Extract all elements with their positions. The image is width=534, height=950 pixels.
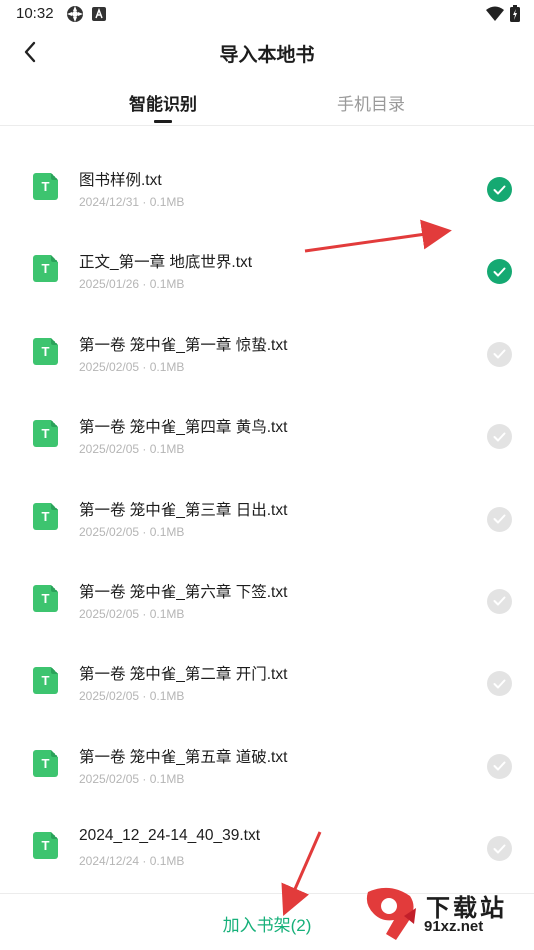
- file-name: 第一卷 笼中雀_第二章 开门.txt: [79, 666, 288, 684]
- checkmark-icon: [493, 514, 506, 524]
- file-meta: 2025/02/05 · 0.1MB: [79, 689, 185, 704]
- file-name: 第一卷 笼中雀_第五章 道破.txt: [79, 748, 288, 766]
- status-time: 10:32: [16, 5, 54, 22]
- tab-phone-directory[interactable]: 手机目录: [334, 90, 408, 115]
- txt-file-icon: T: [33, 667, 58, 695]
- checkmark-icon: [493, 185, 506, 194]
- file-meta: 2024/12/31 · 0.1MB: [79, 195, 185, 209]
- tab-indicator: [154, 120, 172, 123]
- file-name: 第一卷 笼中雀_第一章 惊蛰.txt: [79, 336, 288, 354]
- file-row[interactable]: T 第一卷 笼中雀_第五章 道破.txt 2025/02/05 · 0.1MB: [0, 722, 534, 804]
- status-bar: 10:32: [0, 0, 534, 28]
- checkmark-icon: [493, 349, 506, 359]
- txt-file-icon: T: [33, 420, 58, 448]
- checked-checkbox[interactable]: [487, 259, 512, 285]
- checkmark-icon: [493, 596, 506, 606]
- file-name: 第一卷 笼中雀_第三章 日出.txt: [79, 501, 288, 519]
- file-name: 正文_第一章 地底世界.txt: [79, 254, 253, 272]
- file-name: 第一卷 笼中雀_第四章 黄鸟.txt: [79, 419, 288, 437]
- file-meta: 2025/02/05 · 0.1MB: [79, 359, 185, 374]
- file-list: T 图书样例.txt 2024/12/31 · 0.1MB T 正文_第一章 地底世界.…: [0, 145, 534, 887]
- page-title: 导入本地书: [219, 45, 315, 66]
- unchecked-checkbox[interactable]: [487, 424, 512, 450]
- txt-file-icon: T: [33, 749, 58, 777]
- file-name: 2024_12_24-14_40_39.txt: [79, 827, 260, 845]
- watermark-url: 91xz.net: [424, 918, 484, 935]
- unchecked-checkbox[interactable]: [487, 506, 512, 532]
- unchecked-checkbox[interactable]: [487, 341, 512, 367]
- battery-icon: [510, 5, 520, 22]
- file-meta: 2025/02/05 · 0.1MB: [79, 524, 185, 539]
- checkmark-icon: [493, 679, 506, 689]
- txt-file-icon: T: [33, 832, 58, 860]
- file-row[interactable]: T 第一卷 笼中雀_第三章 日出.txt 2025/02/05 · 0.1MB: [0, 475, 534, 557]
- file-row[interactable]: T 第一卷 笼中雀_第二章 开门.txt 2025/02/05 · 0.1MB: [0, 639, 534, 721]
- file-row[interactable]: T 第一卷 笼中雀_第六章 下签.txt 2025/02/05 · 0.1MB: [0, 557, 534, 639]
- file-row[interactable]: T 正文_第一章 地底世界.txt 2025/01/26 · 0.1MB: [0, 227, 534, 309]
- unchecked-checkbox[interactable]: [487, 753, 512, 779]
- checkmark-icon: [493, 761, 506, 771]
- header: 导入本地书: [0, 28, 534, 76]
- file-name: 图书样例.txt: [79, 172, 162, 189]
- app-notification-icon: [67, 6, 83, 22]
- unchecked-checkbox[interactable]: [487, 671, 512, 697]
- logo-icon: [366, 887, 416, 940]
- txt-file-icon: T: [33, 584, 58, 612]
- file-meta: 2025/02/05 · 0.1MB: [79, 606, 185, 621]
- file-name: 第一卷 笼中雀_第六章 下签.txt: [79, 583, 288, 601]
- checkmark-icon: [493, 432, 506, 442]
- file-row[interactable]: T 第一卷 笼中雀_第四章 黄鸟.txt 2025/02/05 · 0.1MB: [0, 392, 534, 474]
- text-notification-icon: [92, 7, 106, 21]
- txt-file-icon: T: [33, 255, 58, 283]
- txt-file-icon: T: [33, 502, 58, 530]
- txt-file-icon: T: [33, 337, 58, 365]
- watermark-logo: 下载站 91xz.net: [358, 886, 528, 946]
- file-row[interactable]: T 2024_12_24-14_40_39.txt 2024/12/24 · 0.1…: [0, 804, 534, 886]
- unchecked-checkbox[interactable]: [487, 588, 512, 614]
- wifi-icon: [486, 6, 504, 21]
- file-meta: 2025/02/05 · 0.1MB: [79, 442, 185, 457]
- file-meta: 2024/12/24 · 0.1MB: [79, 854, 185, 869]
- status-icons-right: [486, 5, 520, 22]
- file-row[interactable]: T 图书样例.txt 2024/12/31 · 0.1MB: [0, 145, 534, 227]
- status-icons-left: [66, 5, 106, 23]
- checkmark-icon: [493, 844, 506, 854]
- file-row[interactable]: T 第一卷 笼中雀_第一章 惊蛰.txt 2025/02/05 · 0.1MB: [0, 310, 534, 392]
- checked-checkbox[interactable]: [487, 177, 512, 202]
- file-meta: 2025/02/05 · 0.1MB: [79, 771, 185, 786]
- checkmark-icon: [493, 267, 506, 277]
- tab-smart-detect[interactable]: 智能识别: [126, 90, 200, 115]
- tab-bar: 智能识别 手机目录: [0, 78, 534, 126]
- file-meta: 2025/01/26 · 0.1MB: [79, 277, 185, 292]
- txt-file-icon: T: [33, 173, 58, 200]
- unchecked-checkbox[interactable]: [487, 836, 512, 862]
